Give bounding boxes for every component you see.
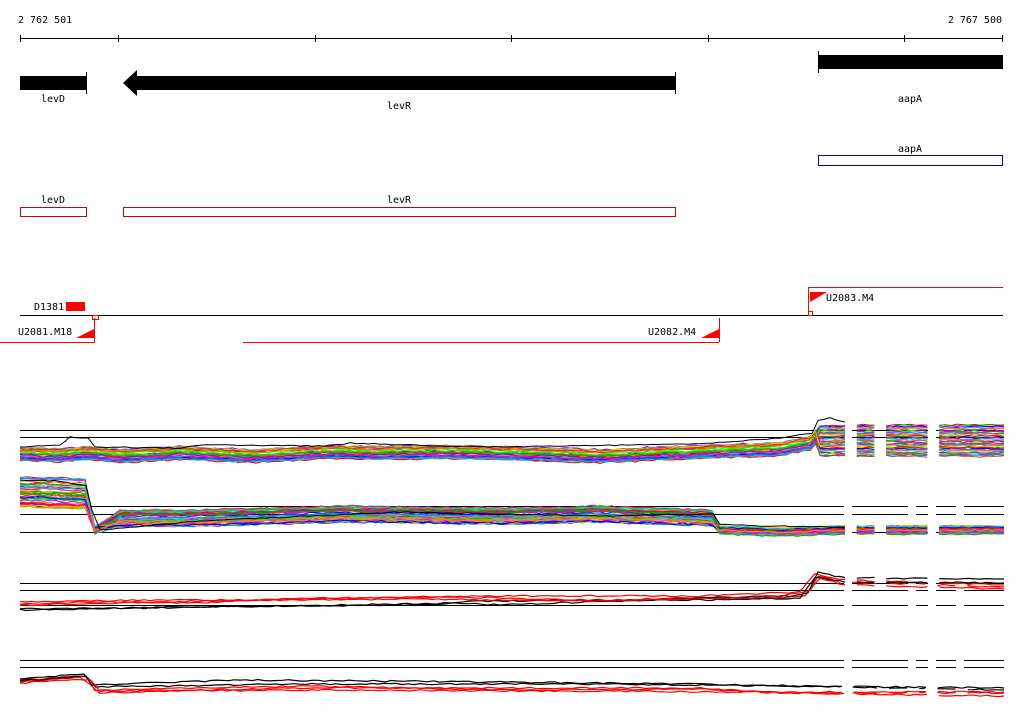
expression-track-1 xyxy=(20,418,1004,464)
feature-small-box-U2083 xyxy=(809,312,813,316)
annotation-box-levR[interactable] xyxy=(124,208,676,217)
feature-label-D1381: D1381 xyxy=(34,302,64,313)
feature-flag-U2083[interactable] xyxy=(810,292,827,302)
annotation-track: aapA levD levR xyxy=(21,144,1003,217)
gene-label-aapA: aapA xyxy=(898,94,922,105)
track3-series xyxy=(937,585,955,586)
gene-arrow-levD[interactable] xyxy=(20,76,86,90)
track3-series xyxy=(939,587,1004,589)
track4-series xyxy=(854,691,926,692)
genome-canvas: 2 762 501 2 767 500 levD levR aapA aapA … xyxy=(0,0,1024,714)
coordinate-ruler: 2 762 501 2 767 500 xyxy=(18,15,1003,42)
expression-track-4 xyxy=(20,661,1004,697)
track4-series xyxy=(968,689,1004,690)
gene-arrow-aapA[interactable] xyxy=(818,55,1003,69)
track2-series xyxy=(857,534,875,535)
track2-series xyxy=(886,526,927,527)
feature-label-U2082: U2082.M4 xyxy=(648,327,696,338)
ruler-end-label: 2 767 500 xyxy=(948,15,1002,26)
box-label-levR: levR xyxy=(387,195,412,206)
track3-series xyxy=(857,580,875,582)
track3-series xyxy=(939,578,1004,579)
feature-label-U2083: U2083.M4 xyxy=(826,293,874,304)
track4-series xyxy=(919,688,925,689)
track1-series xyxy=(857,439,875,440)
track3-series xyxy=(20,578,845,605)
feature-flag-U2082[interactable] xyxy=(701,329,719,338)
track3-series xyxy=(886,586,927,588)
gene-track: levD levR aapA xyxy=(20,51,1003,112)
annotation-box-aapA[interactable] xyxy=(819,156,1003,166)
track1-outline xyxy=(20,418,845,449)
expression-track-3 xyxy=(20,572,1004,611)
track4-series xyxy=(939,695,1004,696)
track4-series xyxy=(938,687,1004,688)
feature-flag-U2081[interactable] xyxy=(76,329,94,338)
track1-series xyxy=(886,448,927,449)
gene-label-levD: levD xyxy=(41,94,65,105)
feature-track: D1381 U2083.M4 U2081.M18 U2082.M4 xyxy=(0,288,1003,343)
box-label-aapA: aapA xyxy=(898,144,922,155)
track3-series xyxy=(968,586,1004,588)
box-label-levD: levD xyxy=(41,195,65,206)
ruler-start-label: 2 762 501 xyxy=(18,15,72,26)
track3-series xyxy=(857,585,875,586)
track1-series xyxy=(857,427,875,428)
expression-track-2 xyxy=(20,477,1004,537)
track3-series xyxy=(886,578,927,579)
gene-label-levR: levR xyxy=(387,101,412,112)
track4-series xyxy=(853,687,877,688)
feature-label-U2081: U2081.M18 xyxy=(18,327,72,338)
feature-small-box xyxy=(93,316,99,320)
track1-series xyxy=(857,451,875,452)
annotation-box-levD[interactable] xyxy=(21,208,87,217)
feature-marker-D1381[interactable] xyxy=(66,302,85,311)
gene-arrow-levR[interactable] xyxy=(123,70,675,96)
track3-series xyxy=(857,577,875,578)
genome-browser-view: 2 762 501 2 767 500 levD levR aapA aapA … xyxy=(0,0,1024,714)
track1-series xyxy=(857,432,875,433)
